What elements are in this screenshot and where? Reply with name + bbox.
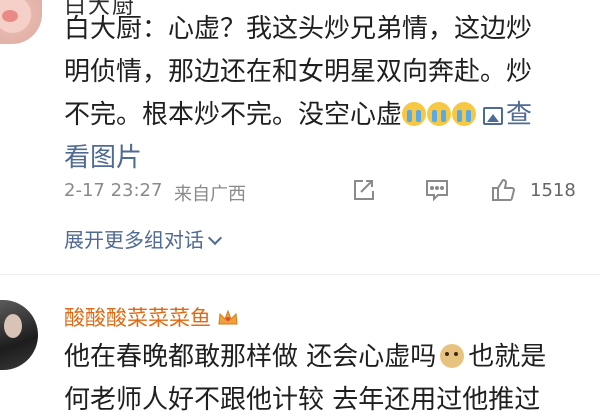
avatar-face	[4, 314, 22, 338]
comment-source: 来自广西	[174, 184, 246, 205]
weibo-comment-thread: 白大厨 白大厨：心虚？我这头炒兄弟情，这边炒 明侦情，那边还在和女明星双向奔赴。…	[0, 0, 600, 419]
like-icon[interactable]	[490, 178, 516, 202]
like-count: 1518	[530, 180, 576, 201]
comment-icon[interactable]	[424, 178, 450, 202]
comment-author-name: 酸酸酸菜菜菜鱼	[64, 306, 211, 330]
comment-timestamp: 2-17 23:27	[64, 180, 163, 201]
crown-icon	[218, 309, 238, 325]
comment-line-1-part-b: 也就是	[468, 342, 547, 372]
view-image-link-part1: 查	[506, 100, 533, 130]
comment-line-2: 明侦情，那边还在和女明星双向奔赴。炒	[64, 57, 533, 87]
doge-emoji-icon	[440, 344, 465, 368]
comment-line-4: 看图片	[64, 137, 584, 180]
comment-meta-row: 2-17 23:27 来自广西 1518	[64, 178, 584, 208]
comment-line-1: 他在春晚都敢那样做 还会心虚吗 也就是	[64, 336, 584, 379]
comment-line-3: 不完。根本炒不完。没空心虚 查	[64, 94, 584, 137]
comment-text: 白大厨：心虚？我这头炒兄弟情，这边炒 明侦情，那边还在和女明星双向奔赴。炒 不完…	[64, 8, 584, 180]
avatar-decoration	[2, 10, 18, 22]
expand-more-dialogs-button[interactable]: 展开更多组对话	[64, 224, 223, 253]
comment-line-2: 何老师人好不跟他计较 去年还用过他推过	[64, 385, 541, 415]
crying-emoji-icon	[427, 102, 452, 126]
comment-line-3-text: 不完。根本炒不完。没空心虚	[64, 100, 403, 130]
divider	[0, 274, 600, 275]
avatar[interactable]	[0, 0, 42, 44]
view-image-link[interactable]: 查	[477, 100, 532, 130]
chevron-down-icon	[207, 230, 223, 246]
view-image-link-continued[interactable]: 看图片	[64, 143, 142, 173]
crying-emoji-icon	[402, 102, 427, 126]
crying-emoji-icon	[452, 102, 477, 126]
comment-line-1: 白大厨：心虚？我这头炒兄弟情，这边炒	[64, 14, 533, 44]
comment-text: 他在春晚都敢那样做 还会心虚吗 也就是 何老师人好不跟他计较 去年还用过他推过	[64, 336, 584, 419]
expand-label: 展开更多组对话	[64, 228, 204, 252]
avatar[interactable]	[0, 300, 38, 370]
share-icon[interactable]	[351, 178, 377, 202]
comment-line-1-part-a: 他在春晚都敢那样做 还会心虚吗	[64, 342, 437, 372]
comment-author[interactable]: 酸酸酸菜菜菜鱼	[64, 302, 239, 332]
image-icon	[483, 107, 504, 125]
